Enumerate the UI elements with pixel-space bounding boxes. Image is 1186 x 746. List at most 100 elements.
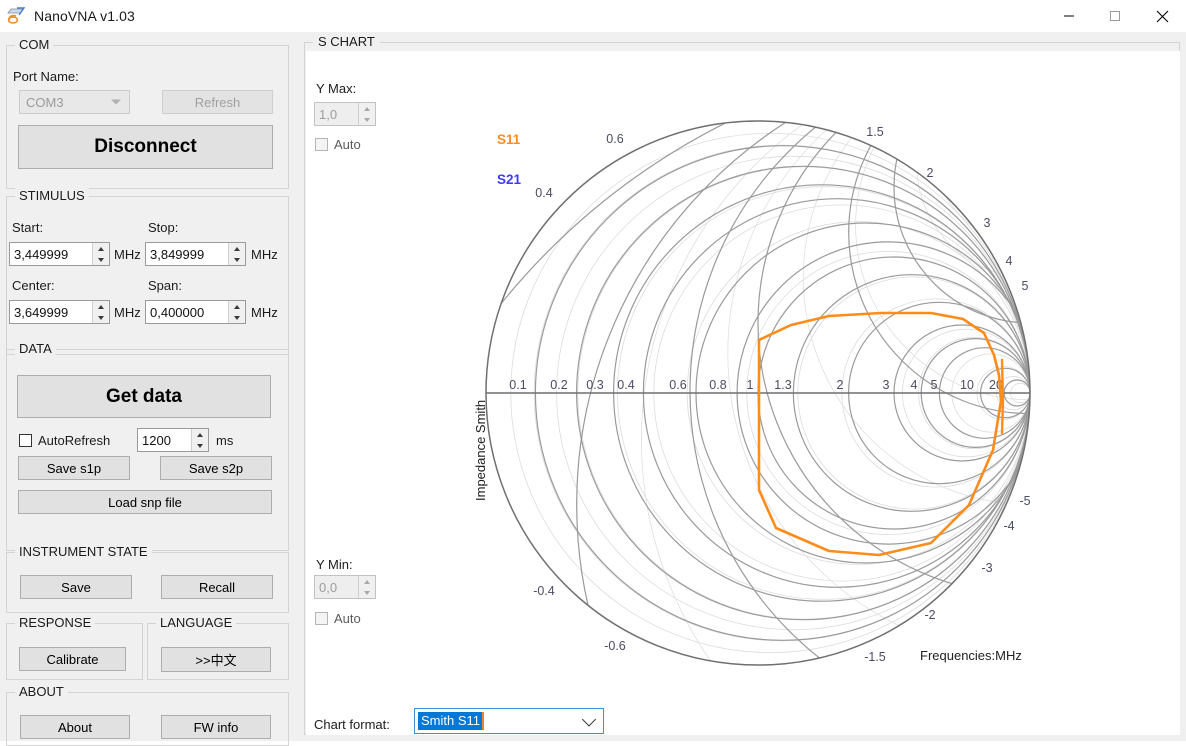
start-stepper-down[interactable] bbox=[93, 254, 109, 265]
response-group-label: RESPONSE bbox=[15, 615, 96, 630]
svg-text:0.1: 0.1 bbox=[509, 378, 526, 392]
center-unit-label: MHz bbox=[114, 305, 141, 320]
center-stepper[interactable] bbox=[92, 301, 109, 323]
center-frequency-input[interactable]: 3,649999 bbox=[9, 300, 110, 324]
language-switch-button[interactable]: >>中文 bbox=[161, 647, 271, 672]
svg-text:-5: -5 bbox=[1019, 494, 1030, 508]
com-port-select[interactable]: COM3 bbox=[19, 90, 130, 114]
calibrate-button[interactable]: Calibrate bbox=[19, 647, 126, 671]
svg-text:-3: -3 bbox=[981, 561, 992, 575]
triangle-down-icon bbox=[98, 257, 104, 262]
center-stepper-up[interactable] bbox=[93, 301, 109, 312]
autorefresh-stepper[interactable] bbox=[191, 429, 208, 451]
triangle-up-icon bbox=[197, 432, 203, 437]
stop-stepper-up[interactable] bbox=[229, 243, 245, 254]
start-stepper-up[interactable] bbox=[93, 243, 109, 254]
svg-text:4: 4 bbox=[1006, 254, 1013, 268]
chart-format-select[interactable]: Smith S11 bbox=[414, 708, 604, 734]
center-frequency-value: 3,649999 bbox=[14, 304, 69, 320]
maximize-button[interactable] bbox=[1092, 0, 1138, 32]
autorefresh-stepper-up[interactable] bbox=[192, 429, 208, 440]
com-port-value: COM3 bbox=[26, 94, 64, 110]
save-s2p-label: Save s2p bbox=[188, 460, 244, 476]
save-s2p-button[interactable]: Save s2p bbox=[160, 456, 272, 480]
span-unit-label: MHz bbox=[251, 305, 278, 320]
load-snp-button[interactable]: Load snp file bbox=[18, 490, 272, 514]
triangle-down-icon bbox=[234, 315, 240, 320]
chart-canvas[interactable]: Y Max: 1,0 Auto Y Min: 0,0 Auto S11 S21 … bbox=[306, 51, 1180, 735]
language-switch-label: >>中文 bbox=[195, 653, 237, 668]
minimize-button[interactable] bbox=[1046, 0, 1092, 32]
svg-text:-1.5: -1.5 bbox=[864, 650, 886, 664]
left-control-panel: COM Port Name: COM3 Refresh Disconnect S… bbox=[0, 32, 298, 746]
title-bar: NanoVNA v1.03 bbox=[0, 0, 1186, 32]
state-save-button[interactable]: Save bbox=[20, 575, 132, 599]
chart-format-value: Smith S11 bbox=[418, 712, 485, 730]
state-recall-button[interactable]: Recall bbox=[161, 575, 273, 599]
svg-text:3: 3 bbox=[883, 378, 890, 392]
main-surface: COM Port Name: COM3 Refresh Disconnect S… bbox=[0, 32, 1186, 746]
autorefresh-checkbox[interactable]: AutoRefresh bbox=[19, 433, 110, 448]
start-frequency-input[interactable]: 3,449999 bbox=[9, 242, 110, 266]
save-s1p-label: Save s1p bbox=[46, 460, 102, 476]
span-input[interactable]: 0,400000 bbox=[145, 300, 246, 324]
chevron-down-icon bbox=[581, 712, 597, 727]
port-name-label: Port Name: bbox=[13, 69, 79, 84]
svg-text:1: 1 bbox=[747, 378, 754, 392]
about-button[interactable]: About bbox=[20, 715, 130, 739]
svg-text:3: 3 bbox=[984, 216, 991, 230]
get-data-button[interactable]: Get data bbox=[17, 375, 271, 418]
autorefresh-interval-value: 1200 bbox=[142, 432, 171, 448]
stop-stepper-down[interactable] bbox=[229, 254, 245, 265]
autorefresh-stepper-down[interactable] bbox=[192, 440, 208, 451]
triangle-up-icon bbox=[234, 246, 240, 251]
get-data-label: Get data bbox=[105, 385, 183, 407]
svg-text:-0.6: -0.6 bbox=[604, 639, 626, 653]
stop-unit-label: MHz bbox=[251, 247, 278, 262]
checkbox-box bbox=[19, 434, 32, 447]
chevron-down-icon bbox=[111, 99, 121, 105]
start-label: Start: bbox=[12, 220, 44, 235]
refresh-label: Refresh bbox=[194, 94, 241, 110]
stop-stepper[interactable] bbox=[228, 243, 245, 265]
s-chart-group: S CHART Y Max: 1,0 Auto Y Min: 0,0 Auto … bbox=[304, 34, 1180, 735]
svg-text:0.8: 0.8 bbox=[709, 378, 726, 392]
window-title: NanoVNA v1.03 bbox=[34, 8, 135, 24]
triangle-up-icon bbox=[98, 304, 104, 309]
state-save-label: Save bbox=[61, 579, 91, 595]
disconnect-button[interactable]: Disconnect bbox=[18, 125, 273, 169]
triangle-down-icon bbox=[197, 443, 203, 448]
svg-text:0.2: 0.2 bbox=[550, 378, 567, 392]
s11-trace-tail bbox=[1000, 358, 1005, 435]
about-label: About bbox=[58, 719, 92, 735]
refresh-button[interactable]: Refresh bbox=[162, 90, 273, 114]
svg-text:0.6: 0.6 bbox=[669, 378, 686, 392]
resistance-tick-labels: 0.1 0.2 0.3 0.4 0.6 0.8 1 1.3 2 3 4 5 10… bbox=[509, 378, 1003, 392]
s-chart-group-label: S CHART bbox=[313, 34, 380, 49]
stop-frequency-input[interactable]: 3,849999 bbox=[145, 242, 246, 266]
svg-text:-0.4: -0.4 bbox=[533, 584, 555, 598]
fw-info-button[interactable]: FW info bbox=[161, 715, 271, 739]
span-stepper-down[interactable] bbox=[229, 312, 245, 323]
svg-text:10: 10 bbox=[960, 378, 974, 392]
span-stepper-up[interactable] bbox=[229, 301, 245, 312]
start-frequency-value: 3,449999 bbox=[14, 246, 69, 262]
triangle-up-icon bbox=[98, 246, 104, 251]
close-button[interactable] bbox=[1138, 0, 1186, 32]
center-stepper-down[interactable] bbox=[93, 312, 109, 323]
save-s1p-button[interactable]: Save s1p bbox=[18, 456, 130, 480]
start-stepper[interactable] bbox=[92, 243, 109, 265]
load-snp-label: Load snp file bbox=[108, 494, 182, 510]
window-controls bbox=[1046, 0, 1186, 32]
calibrate-label: Calibrate bbox=[46, 651, 99, 667]
svg-text:5: 5 bbox=[1022, 279, 1029, 293]
chart-format-label: Chart format: bbox=[314, 717, 390, 732]
stop-frequency-value: 3,849999 bbox=[150, 246, 205, 262]
svg-text:-2: -2 bbox=[924, 608, 935, 622]
chart-panel: S CHART Y Max: 1,0 Auto Y Min: 0,0 Auto … bbox=[298, 32, 1186, 741]
autorefresh-interval-input[interactable]: 1200 bbox=[137, 428, 209, 452]
triangle-up-icon bbox=[234, 304, 240, 309]
svg-text:0.4: 0.4 bbox=[535, 186, 552, 200]
span-stepper[interactable] bbox=[228, 301, 245, 323]
svg-text:1.5: 1.5 bbox=[866, 125, 883, 139]
